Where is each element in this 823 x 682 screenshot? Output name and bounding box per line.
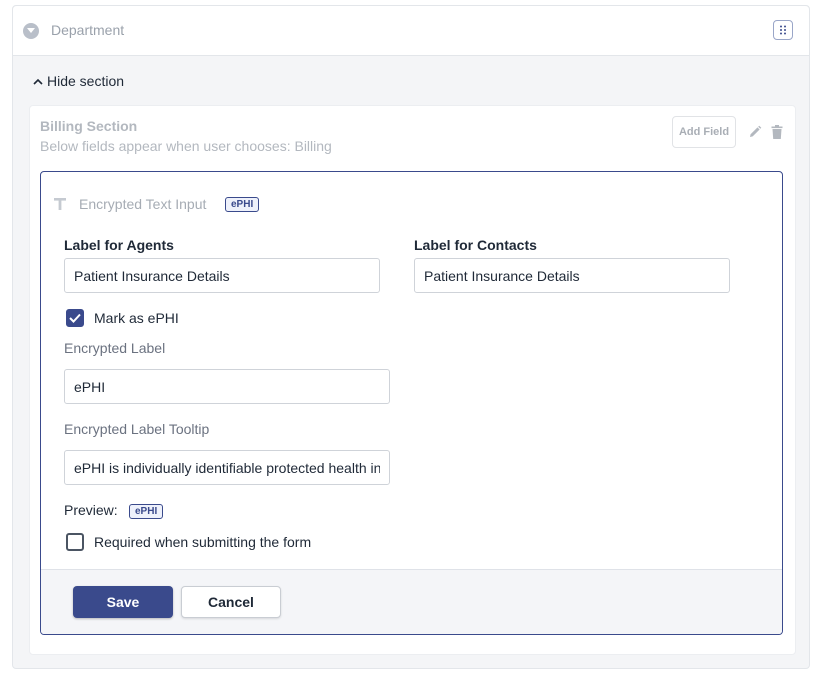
hide-section-toggle[interactable]: Hide section bbox=[33, 73, 124, 89]
encrypted-label-title: Encrypted Label bbox=[64, 340, 166, 356]
billing-section-subtitle: Below fields appear when user chooses: B… bbox=[40, 138, 332, 154]
agents-label-input[interactable] bbox=[64, 258, 380, 293]
encrypted-field-editor: Encrypted Text Input ePHI Label for Agen… bbox=[40, 171, 783, 635]
required-option[interactable]: Required when submitting the form bbox=[66, 533, 311, 551]
tooltip-title: Encrypted Label Tooltip bbox=[64, 421, 210, 437]
department-label: Department bbox=[51, 22, 125, 38]
cancel-button[interactable]: Cancel bbox=[181, 586, 281, 618]
contacts-label-title: Label for Contacts bbox=[414, 237, 537, 253]
required-checkbox[interactable] bbox=[66, 533, 84, 551]
encrypted-label-input[interactable] bbox=[64, 369, 390, 404]
mark-ephi-checkbox[interactable] bbox=[66, 309, 84, 327]
chevron-down-circle-icon[interactable] bbox=[23, 23, 39, 39]
agents-label-title: Label for Agents bbox=[64, 237, 174, 253]
preview-ephi-badge: ePHI bbox=[129, 504, 164, 519]
preview-label: Preview: bbox=[64, 502, 118, 518]
billing-section-title: Billing Section bbox=[40, 118, 138, 134]
add-field-button[interactable]: Add Field bbox=[672, 116, 736, 148]
mark-ephi-label: Mark as ePHI bbox=[94, 310, 179, 326]
department-header: Department bbox=[13, 6, 809, 56]
form-section-container: Department Hide section Billing Section … bbox=[12, 5, 810, 669]
contacts-label-input[interactable] bbox=[414, 258, 730, 293]
chevron-up-icon bbox=[33, 78, 43, 85]
save-button[interactable]: Save bbox=[73, 586, 173, 618]
billing-section-card: Billing Section Below fields appear when… bbox=[29, 105, 796, 655]
editor-footer: Save Cancel bbox=[41, 569, 782, 634]
required-label: Required when submitting the form bbox=[94, 534, 312, 550]
text-type-icon bbox=[53, 197, 67, 216]
field-type-label: Encrypted Text Input bbox=[79, 196, 207, 212]
drag-handle-icon[interactable] bbox=[773, 20, 793, 40]
hide-section-label: Hide section bbox=[47, 73, 125, 89]
pencil-icon[interactable] bbox=[748, 125, 762, 144]
tooltip-input[interactable] bbox=[64, 450, 390, 485]
mark-ephi-option[interactable]: Mark as ePHI bbox=[66, 309, 179, 327]
checkmark-icon bbox=[69, 313, 81, 323]
ephi-badge: ePHI bbox=[225, 197, 260, 212]
trash-icon[interactable] bbox=[771, 125, 783, 144]
